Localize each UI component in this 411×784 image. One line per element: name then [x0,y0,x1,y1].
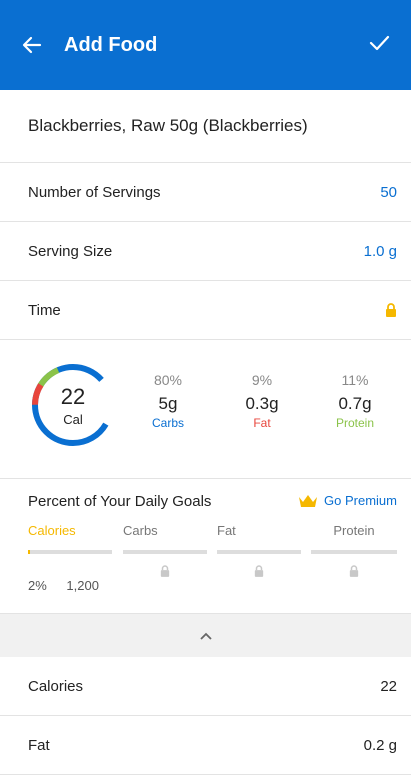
protein-label: Protein [335,416,375,430]
page-title: Add Food [64,33,158,56]
food-name: Blackberries, Raw 50g (Blackberries) [0,90,411,163]
goal-fat-bar [217,550,301,554]
lock-icon [386,303,396,317]
back-arrow-icon [22,36,42,54]
serving-size-row[interactable]: Serving Size 1.0 g [0,222,411,281]
protein-amount: 0.7g [338,394,372,413]
lock-icon [254,565,264,577]
goal-calories-bar [28,550,112,554]
goal-calories-values: 2% 1,200 [28,578,99,593]
goal-fat-label: Fat [217,523,236,538]
check-icon [369,35,390,51]
goal-carbs-label: Carbs [123,523,158,538]
nutrient-value: 22 [380,677,397,695]
goal-calories-target: 1,200 [66,578,99,593]
fat-label: Fat [253,416,271,430]
save-button[interactable] [367,31,395,59]
time-label: Time [28,301,61,319]
app-bar: Add Food [0,0,411,90]
goal-carbs-bar [123,550,207,554]
daily-goals-title: Percent of Your Daily Goals [28,493,212,510]
serving-size-value[interactable]: 1.0 g [364,243,397,260]
daily-goals: Percent of Your Daily Goals Go Premium C… [0,479,411,613]
goal-protein-label: Protein [333,523,375,538]
goal-calories-fill [28,550,30,554]
nutrient-label: Calories [28,677,84,695]
goal-protein: Protein [311,523,397,582]
nutrient-value: 0.2 g [363,736,397,754]
goal-calories-label: Calories [28,523,76,538]
protein-summary: 11% 0.7g Protein [320,372,390,430]
go-premium-button[interactable]: Go Premium [298,493,397,508]
carbs-label: Carbs [151,416,184,430]
calorie-value: 22 [60,384,86,409]
calorie-unit: Cal [63,412,83,427]
goal-calories: Calories [28,523,112,554]
calorie-total: 22 Cal [30,362,116,448]
fat-percent: 9% [251,372,273,388]
nutrient-row: Calories 22 [0,657,411,716]
collapse-toggle[interactable] [0,613,411,657]
crown-icon [299,494,318,507]
macro-summary: 22 Cal 80% 5g Carbs 9% 0.3g Fat 11% 0.7g… [0,340,411,479]
carbs-percent: 80% [153,372,183,388]
servings-value[interactable]: 50 [380,184,397,201]
servings-label: Number of Servings [28,183,161,201]
servings-row[interactable]: Number of Servings 50 [0,163,411,222]
nutrient-label: Fat [28,736,50,754]
goal-calories-percent: 2% [28,578,47,593]
lock-icon [349,565,359,577]
protein-percent: 11% [341,372,369,388]
fat-summary: 9% 0.3g Fat [227,372,297,430]
lock-icon [160,565,170,577]
goal-fat: Fat [217,523,301,582]
chevron-up-icon [199,632,212,640]
go-premium-label: Go Premium [324,493,397,508]
back-button[interactable] [18,31,46,59]
carbs-summary: 80% 5g Carbs [133,372,203,430]
fat-amount: 0.3g [245,394,279,413]
goal-protein-bar [311,550,397,554]
serving-size-label: Serving Size [28,242,113,260]
carbs-amount: 5g [158,394,178,413]
goal-carbs: Carbs [123,523,207,582]
nutrient-row: Fat 0.2 g [0,716,411,775]
time-row[interactable]: Time [0,281,411,340]
